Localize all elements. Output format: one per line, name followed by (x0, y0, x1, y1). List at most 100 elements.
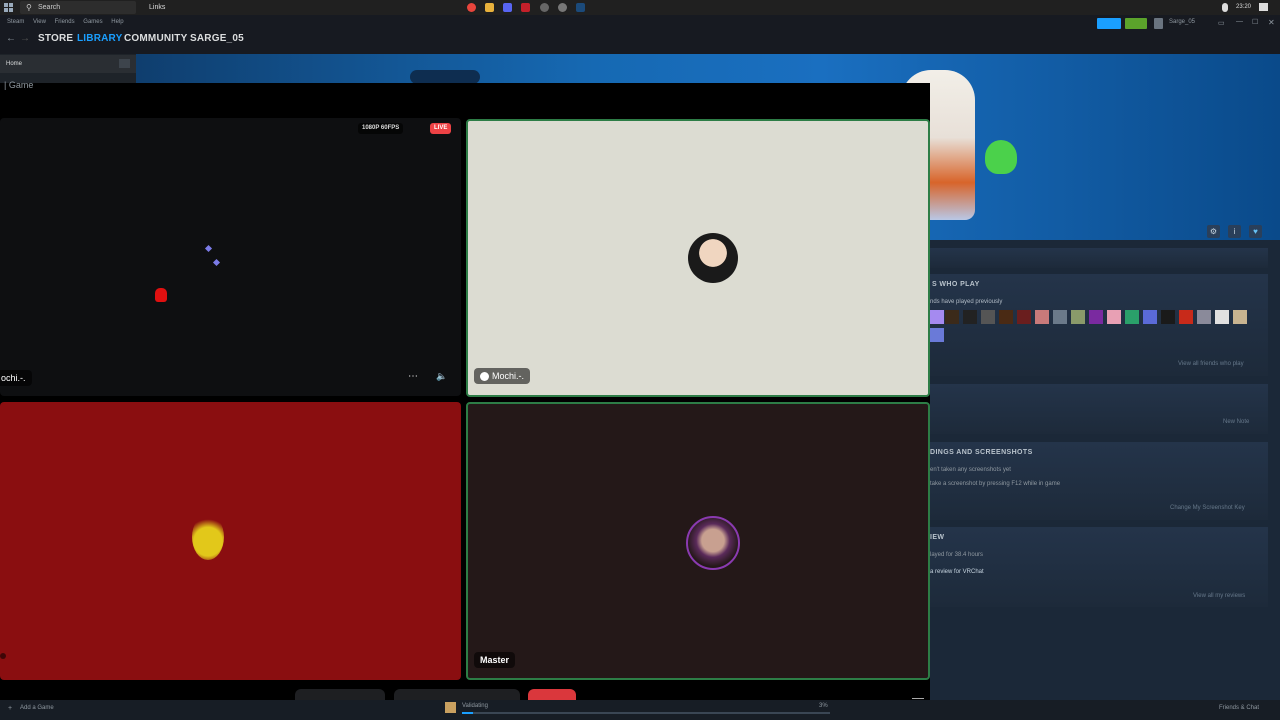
view-all-reviews-link[interactable]: View all my reviews (1193, 593, 1245, 599)
steam-menu-bar: Steam View Friends Games Help (7, 19, 131, 25)
minimize-icon[interactable]: ▭ (1218, 19, 1225, 27)
back-arrow-icon[interactable]: ← (6, 33, 16, 44)
menu-item-help[interactable]: Help (111, 19, 123, 25)
announcement-button[interactable] (1097, 18, 1121, 29)
view-all-friends-link[interactable]: View all friends who play (1178, 361, 1244, 367)
friends-who-play-heading: S WHO PLAY (932, 281, 980, 288)
app-icon[interactable] (540, 3, 549, 12)
search-icon: ⚲ (26, 3, 32, 12)
stream-particle (204, 244, 213, 253)
add-game-plus-icon[interactable]: + (8, 705, 12, 712)
info-icon[interactable]: i (1228, 225, 1241, 238)
participant-name-tag (0, 653, 6, 659)
friend-avatar[interactable] (1071, 310, 1085, 324)
maximize-icon[interactable]: ☐ (1252, 18, 1258, 26)
file-explorer-icon[interactable] (485, 3, 494, 12)
more-options-icon[interactable]: ⋯ (404, 371, 422, 385)
activity-bar (930, 248, 1268, 268)
write-review-text[interactable]: a review for VRChat (930, 569, 984, 575)
forward-arrow-icon[interactable]: → (20, 33, 30, 44)
grid-view-icon[interactable] (119, 59, 130, 68)
screenshot-hint-text: take a screenshot by pressing F12 while … (930, 481, 1061, 487)
friend-avatar[interactable] (1215, 310, 1229, 324)
menu-item-friends[interactable]: Friends (55, 19, 75, 25)
tab-profile[interactable]: SARGE_05 (190, 33, 244, 44)
hero-character-image (410, 70, 480, 84)
review-heading: IEW (930, 534, 945, 541)
hours-played-text: layed for 38.4 hours (930, 552, 984, 558)
close-icon[interactable]: ✕ (1268, 18, 1275, 27)
friend-avatar[interactable] (1053, 310, 1067, 324)
sidebar-home-label: Home (6, 61, 23, 67)
avatar (686, 516, 740, 570)
settings-icon[interactable] (558, 3, 567, 12)
tab-store[interactable]: STORE (38, 33, 73, 44)
menu-item-view[interactable]: View (33, 19, 46, 25)
taskbar-links-label[interactable]: Links (149, 0, 165, 15)
menu-item-games[interactable]: Games (83, 19, 102, 25)
menu-item-steam[interactable]: Steam (7, 19, 24, 25)
friend-avatar[interactable] (1197, 310, 1211, 324)
download-percent: 3% (819, 703, 828, 709)
friend-avatar[interactable] (1089, 310, 1103, 324)
new-note-link[interactable]: New Note (1223, 419, 1249, 425)
avatar[interactable] (1154, 18, 1163, 29)
notification-icon[interactable] (1259, 3, 1268, 11)
download-progress-fill (462, 712, 474, 714)
favorite-heart-icon[interactable]: ♥ (1249, 225, 1262, 238)
download-progress-track (462, 712, 830, 714)
taskbar-clock[interactable]: 23:20 (1236, 0, 1251, 15)
friend-avatar[interactable] (945, 310, 959, 324)
tab-library[interactable]: LIBRARY (77, 33, 122, 44)
windows-start-icon[interactable] (4, 3, 13, 12)
hero-green-creature-image (985, 140, 1017, 174)
download-game-icon (445, 702, 456, 713)
steam-taskbar-icon[interactable] (576, 3, 585, 12)
no-screenshots-text: en't taken any screenshots yet (930, 467, 1011, 473)
participant-name-tag: ochi.-. (0, 370, 32, 386)
username-label[interactable]: Sarge_05 (1169, 19, 1195, 25)
friend-avatar[interactable] (930, 310, 944, 324)
avatar (192, 514, 224, 560)
friend-avatar[interactable] (930, 328, 944, 342)
download-status[interactable]: Validating (462, 703, 488, 709)
notes-section (930, 384, 1268, 434)
taskbar-search-box[interactable]: ⚲ Search (20, 1, 136, 14)
sidebar-home[interactable]: Home (0, 55, 136, 73)
stream-particle (212, 258, 221, 267)
notifications-button[interactable] (1125, 18, 1147, 29)
friend-avatar[interactable] (1107, 310, 1121, 324)
discord-icon[interactable] (503, 3, 512, 12)
stream-quality-badge: 1080P 60FPS (358, 123, 404, 134)
friend-avatar[interactable] (999, 310, 1013, 324)
chrome-icon[interactable] (467, 3, 476, 12)
friend-avatar[interactable] (1017, 310, 1031, 324)
friends-played-previously-label: nds have played previously (930, 299, 1003, 305)
friend-avatar[interactable] (1161, 310, 1175, 324)
friend-avatar[interactable] (1035, 310, 1049, 324)
participant-tile-red[interactable] (0, 402, 461, 680)
taskbar-search-placeholder: Search (38, 4, 61, 11)
microphone-icon[interactable] (1222, 3, 1228, 12)
recordings-screenshots-heading: DINGS AND SCREENSHOTS (930, 449, 1033, 456)
participant-tile-mochi[interactable] (466, 119, 930, 397)
overlay-game-title: | Game (4, 80, 34, 90)
friends-chat-button[interactable]: Friends & Chat (1219, 705, 1259, 711)
participant-tile-master[interactable] (466, 402, 930, 680)
add-game-button[interactable]: Add a Game (20, 705, 54, 711)
friend-avatar[interactable] (981, 310, 995, 324)
friend-avatar[interactable] (963, 310, 977, 324)
change-screenshot-key-link[interactable]: Change My Screenshot Key (1170, 505, 1245, 511)
minimize-window-icon[interactable]: — (1236, 18, 1243, 25)
friend-avatar[interactable] (1233, 310, 1247, 324)
friend-avatar[interactable] (1143, 310, 1157, 324)
stream-tile-screenshare[interactable] (0, 118, 461, 396)
participant-name: Mochi.-. (492, 371, 525, 381)
settings-gear-icon[interactable]: ⚙ (1207, 225, 1220, 238)
windows-taskbar (0, 0, 1280, 15)
volume-icon[interactable]: 🔈 (433, 371, 451, 385)
tab-community[interactable]: COMMUNITY (124, 33, 187, 44)
friend-avatar[interactable] (1125, 310, 1139, 324)
obs-icon[interactable] (521, 3, 530, 12)
friend-avatar[interactable] (1179, 310, 1193, 324)
